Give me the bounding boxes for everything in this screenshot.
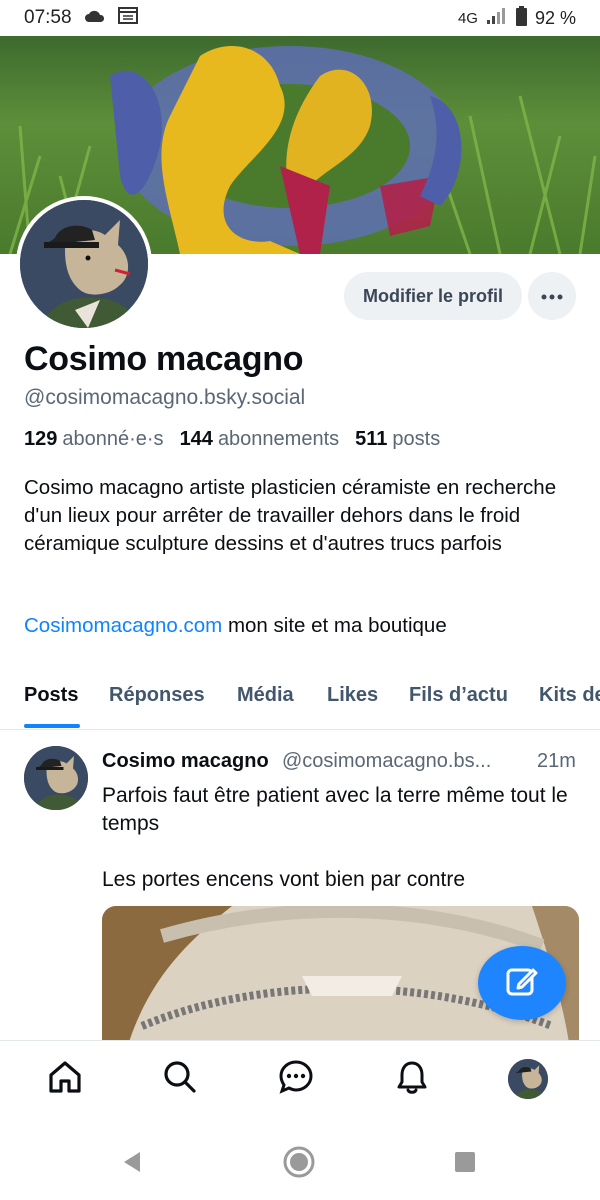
status-bar: 07:58 4G 92 % [0, 0, 600, 36]
profile-bio: Cosimo macagno artiste plasticien cérami… [24, 476, 557, 555]
nav-notifications[interactable] [392, 1059, 432, 1099]
nav-home[interactable] [45, 1059, 85, 1099]
more-options-button[interactable] [528, 272, 576, 320]
post-author-name[interactable]: Cosimo macagno [102, 750, 269, 773]
network-label: 4G [457, 9, 478, 27]
tab-posts[interactable]: Posts [24, 684, 78, 707]
recents-square-icon [454, 1151, 476, 1178]
home-system-button[interactable] [281, 1146, 317, 1182]
compose-button[interactable] [478, 946, 566, 1020]
tab-likes[interactable]: Likes [327, 684, 378, 707]
recents-button[interactable] [447, 1146, 483, 1182]
compose-icon [505, 964, 539, 1003]
bell-icon [394, 1059, 430, 1100]
search-icon [162, 1059, 198, 1100]
cloud-icon [84, 7, 106, 29]
edit-profile-button[interactable]: Modifier le profil [344, 272, 522, 320]
profile-stats: 129 abonné·e·s 144 abonnements 511 posts [24, 428, 440, 451]
back-triangle-icon [120, 1150, 144, 1179]
active-tab-indicator [24, 724, 80, 728]
post-author-avatar[interactable] [24, 746, 88, 810]
battery-icon [515, 5, 527, 31]
home-circle-icon [282, 1145, 316, 1184]
tab-feeds[interactable]: Fils d’actu [409, 684, 508, 707]
home-icon [47, 1059, 83, 1100]
post-timestamp: 21m [537, 750, 576, 772]
nav-profile[interactable] [508, 1059, 548, 1099]
back-button[interactable] [114, 1146, 150, 1182]
post-text-line: Parfois faut être patient avec la terre … [102, 784, 568, 835]
system-navigation [0, 1120, 600, 1200]
chat-icon [278, 1059, 314, 1100]
profile-tabs: Posts Réponses Média Likes Fils d’actu K… [0, 668, 600, 730]
nav-chat[interactable] [276, 1059, 316, 1099]
tab-replies[interactable]: Réponses [109, 684, 205, 707]
followers-stat[interactable]: 129 abonné·e·s [24, 428, 164, 451]
signal-icon [486, 7, 508, 30]
battery-level: 92 % [534, 7, 576, 28]
post-author-handle: @cosimomacagno.bs... [282, 750, 492, 772]
link-suffix: mon site et ma boutique [222, 614, 447, 637]
post-body: Parfois faut être patient avec la terre … [102, 782, 572, 894]
tab-starter-packs[interactable]: Kits de [539, 684, 600, 707]
profile-link-line: Cosimomacagno.com mon site et ma boutiqu… [24, 614, 447, 638]
bottom-navigation [0, 1040, 600, 1120]
status-time: 07:58 [24, 7, 72, 28]
following-stat[interactable]: 144 abonnements [180, 428, 340, 451]
post-text-line: Les portes encens vont bien par contre [102, 868, 466, 891]
tab-media[interactable]: Média [237, 684, 294, 707]
profile-display-name: Cosimo macagno [24, 340, 304, 378]
profile-handle: @cosimomacagno.bsky.social [24, 386, 306, 409]
ellipsis-icon [541, 287, 563, 305]
profile-avatar[interactable] [16, 196, 152, 332]
posts-stat: 511 posts [355, 428, 441, 450]
nav-search[interactable] [160, 1059, 200, 1099]
calendar-icon [117, 6, 138, 30]
profile-avatar-icon [508, 1059, 548, 1099]
website-link[interactable]: Cosimomacagno.com [24, 614, 222, 637]
